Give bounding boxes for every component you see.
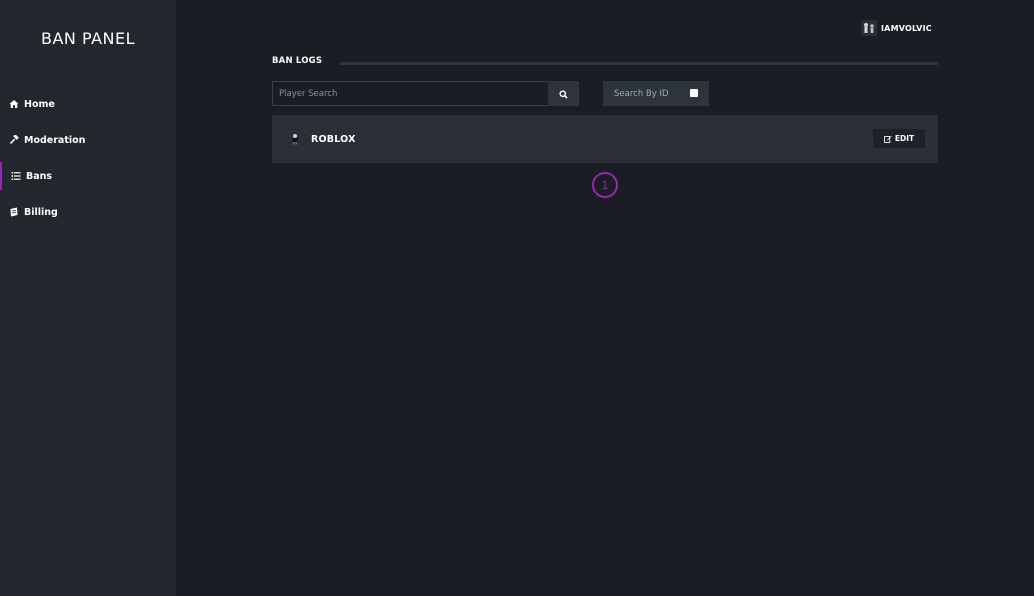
- sidebar-item-label: Billing: [24, 206, 58, 218]
- sidebar-item-moderation[interactable]: Moderation: [0, 126, 176, 154]
- receipt-icon: [9, 207, 19, 217]
- page-title: BAN LOGS: [272, 56, 323, 66]
- title-divider: [340, 62, 938, 65]
- hammer-icon: [9, 135, 19, 145]
- sidebar-item-billing[interactable]: Billing: [0, 198, 176, 226]
- search-by-id-checkbox[interactable]: [690, 89, 698, 97]
- sidebar-item-label: Home: [24, 98, 55, 110]
- table-row: ROBLOX EDIT: [272, 115, 938, 163]
- edit-label: EDIT: [894, 134, 915, 143]
- edit-button[interactable]: EDIT: [873, 129, 925, 148]
- search-by-id-label: Search By ID: [614, 88, 669, 99]
- user-menu[interactable]: IAMVOLVIC: [861, 20, 932, 36]
- username: IAMVOLVIC: [881, 23, 932, 33]
- sidebar-item-label: Moderation: [24, 134, 86, 146]
- avatar: [861, 20, 877, 36]
- app-title: BAN PANEL: [40, 29, 136, 48]
- player-avatar: [288, 132, 302, 146]
- search-by-id-toggle: Search By ID: [603, 81, 709, 106]
- sidebar: BAN PANEL Home Moderation Bans Billing: [0, 0, 176, 596]
- search-button[interactable]: [548, 81, 579, 106]
- player-name: ROBLOX: [311, 133, 356, 145]
- pagination-page[interactable]: 1: [592, 172, 618, 198]
- sidebar-item-home[interactable]: Home: [0, 90, 176, 118]
- search-input[interactable]: [272, 81, 548, 106]
- edit-icon: [883, 135, 892, 143]
- sidebar-item-bans[interactable]: Bans: [0, 162, 178, 190]
- list-icon: [11, 171, 21, 181]
- home-icon: [9, 99, 19, 109]
- sidebar-item-label: Bans: [26, 170, 53, 182]
- search-icon: [559, 84, 568, 103]
